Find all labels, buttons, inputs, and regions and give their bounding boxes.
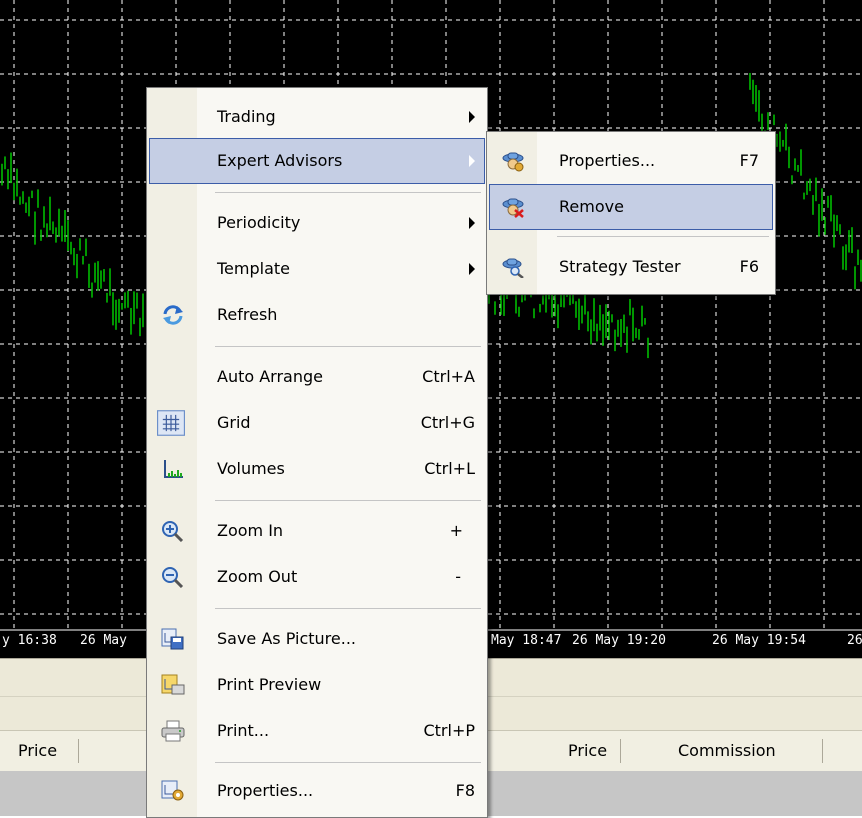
chart-context-menu: Trading Expert Advisors Periodicity Temp…: [146, 87, 488, 818]
menu-item-template[interactable]: Template: [149, 246, 485, 292]
menu-item-zoom-out[interactable]: Zoom Out -: [149, 554, 485, 600]
menu-item-label: Properties...: [217, 781, 314, 800]
submenu-arrow-icon: [469, 111, 475, 123]
menu-separator: [215, 762, 481, 763]
expert-properties-icon: [502, 152, 524, 172]
menu-item-label: Refresh: [217, 305, 278, 324]
refresh-icon: [163, 305, 183, 325]
grid-icon: [157, 410, 185, 436]
menu-item-label: Properties...: [559, 151, 656, 170]
expert-advisors-submenu: Properties... F7 Remove Strategy Tester …: [486, 131, 776, 295]
submenu-arrow-icon: [469, 263, 475, 275]
menu-item-auto-arrange[interactable]: Auto Arrange Ctrl+A: [149, 354, 485, 400]
menu-item-label: Expert Advisors: [217, 151, 343, 170]
column-header-commission[interactable]: Commission: [678, 731, 776, 771]
column-header-price[interactable]: Price: [568, 731, 607, 771]
menu-shortcut: F6: [739, 257, 759, 276]
menu-item-label: Strategy Tester: [559, 257, 681, 276]
column-divider[interactable]: [822, 739, 823, 763]
menu-item-volumes[interactable]: Volumes Ctrl+L: [149, 446, 485, 492]
menu-item-periodicity[interactable]: Periodicity: [149, 200, 485, 246]
save-picture-icon: [161, 628, 184, 650]
menu-item-label: Print Preview: [217, 675, 322, 694]
menu-item-save-as-picture[interactable]: Save As Picture...: [149, 616, 485, 662]
menu-item-properties[interactable]: Properties... F8: [149, 768, 485, 814]
menu-shortcut: Ctrl+A: [422, 367, 475, 386]
menu-item-zoom-in[interactable]: Zoom In +: [149, 508, 485, 554]
menu-item-label: Zoom In: [217, 521, 284, 540]
menu-separator: [215, 346, 481, 347]
menu-shortcut: F7: [739, 151, 759, 170]
menu-shortcut: F8: [455, 781, 475, 800]
zoom-in-icon: [162, 521, 184, 542]
menu-item-print-preview[interactable]: Print Preview: [149, 662, 485, 708]
menu-shortcut: Ctrl+L: [424, 459, 475, 478]
print-preview-icon: [161, 674, 185, 695]
time-label: 26 May 19:20: [572, 633, 666, 648]
time-label: 26: [847, 633, 862, 648]
menu-item-label: Zoom Out: [217, 567, 298, 586]
printer-icon: [161, 720, 185, 742]
menu-item-label: Trading: [217, 107, 276, 126]
menu-shortcut: Ctrl+P: [423, 721, 475, 740]
volumes-icon: [164, 460, 183, 478]
menu-item-label: Auto Arrange: [217, 367, 323, 386]
menu-item-label: Save As Picture...: [217, 629, 357, 648]
menu-item-refresh[interactable]: Refresh: [149, 292, 485, 338]
expert-remove-icon: [502, 198, 524, 218]
menu-shortcut: +: [449, 521, 463, 540]
column-header-price[interactable]: Price: [18, 731, 57, 771]
menu-item-grid[interactable]: Grid Ctrl+G: [149, 400, 485, 446]
menu-item-label: Volumes: [217, 459, 285, 478]
submenu-item-strategy-tester[interactable]: Strategy Tester F6: [489, 244, 773, 290]
menu-item-trading[interactable]: Trading: [149, 94, 485, 140]
menu-item-label: Grid: [217, 413, 251, 432]
time-label: May 18:47: [491, 633, 562, 648]
menu-shortcut: Ctrl+G: [420, 413, 475, 432]
menu-item-label: Template: [217, 259, 291, 278]
menu-item-print[interactable]: Print... Ctrl+P: [149, 708, 485, 754]
submenu-item-remove[interactable]: Remove: [489, 184, 773, 230]
menu-separator: [215, 608, 481, 609]
column-divider[interactable]: [78, 739, 79, 763]
time-label: 26 May: [80, 633, 127, 648]
submenu-arrow-icon: [469, 217, 475, 229]
menu-item-label: Remove: [559, 197, 624, 216]
menu-item-expert-advisors[interactable]: Expert Advisors: [149, 138, 485, 184]
menu-separator: [557, 236, 769, 237]
zoom-out-icon: [162, 567, 184, 588]
time-label: 26 May 19:54: [712, 633, 806, 648]
menu-item-label: Periodicity: [217, 213, 301, 232]
strategy-tester-icon: [502, 258, 524, 278]
submenu-arrow-icon: [469, 155, 475, 167]
chart-properties-icon: [161, 780, 184, 801]
column-divider[interactable]: [620, 739, 621, 763]
menu-separator: [215, 500, 481, 501]
submenu-item-properties[interactable]: Properties... F7: [489, 138, 773, 184]
menu-item-label: Print...: [217, 721, 270, 740]
menu-separator: [215, 192, 481, 193]
time-label: y 16:38: [2, 633, 57, 648]
menu-shortcut: -: [455, 567, 461, 586]
